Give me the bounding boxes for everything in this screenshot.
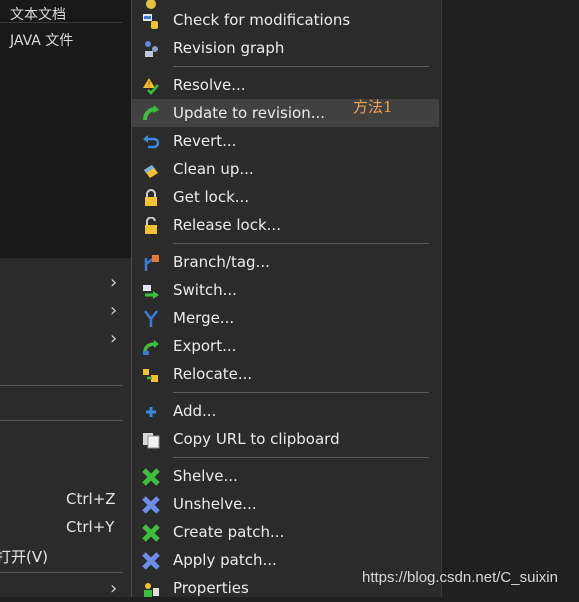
menu-item-label: Resolve... <box>173 76 246 94</box>
undo-shortcut: Ctrl+Z <box>66 490 116 508</box>
cleanup-icon <box>144 165 158 178</box>
menu-item-label: Shelve... <box>173 467 238 485</box>
revision-graph-icon <box>145 41 158 57</box>
apply-patch-icon <box>142 552 160 570</box>
menu-item-resolve[interactable]: ! Resolve... <box>132 71 439 99</box>
menu-item-get-lock[interactable]: Get lock... <box>132 183 439 211</box>
menu-edge <box>441 0 442 597</box>
add-icon <box>146 407 156 417</box>
menu-item-label: Copy URL to clipboard <box>173 430 340 448</box>
menu-item-label: Export... <box>173 337 237 355</box>
menu-item-label: Apply patch... <box>173 551 277 569</box>
svg-text:!: ! <box>148 80 151 89</box>
chevron-right-icon[interactable]: › <box>110 274 122 292</box>
menu-item-label: Merge... <box>173 309 235 327</box>
menu-item-switch[interactable]: Switch... <box>132 276 439 304</box>
menu-item-create-patch[interactable]: Create patch... <box>132 518 439 546</box>
redo-shortcut: Ctrl+Y <box>66 518 115 536</box>
menu-item-label: Branch/tag... <box>173 253 270 271</box>
menu-item-check-modifications[interactable]: Check for modifications <box>132 6 439 34</box>
menu-item-label: Update to revision... <box>173 104 325 122</box>
menu-item-label: Release lock... <box>173 216 281 234</box>
chevron-right-icon[interactable]: › <box>110 580 122 598</box>
copy-icon <box>143 433 160 449</box>
merge-icon <box>144 310 158 327</box>
watermark: https://blog.csdn.net/C_suixin <box>362 569 558 586</box>
chevron-right-icon[interactable]: › <box>110 330 122 348</box>
menu-item-branch-tag[interactable]: Branch/tag... <box>132 248 439 276</box>
branch-icon <box>144 255 159 271</box>
properties-icon <box>144 583 159 597</box>
menu-item-label: Clean up... <box>173 160 254 178</box>
update-icon <box>143 105 159 121</box>
divider <box>0 572 122 573</box>
revert-icon <box>143 135 160 149</box>
annotation-label: 方法1 <box>353 98 393 116</box>
menu-item-release-lock[interactable]: Release lock... <box>132 211 439 239</box>
open-item[interactable]: 打开(V) <box>0 546 48 567</box>
menu-item-update-to-revision[interactable]: Update to revision... <box>132 99 439 127</box>
menu-item-export[interactable]: Export... <box>132 332 439 360</box>
menu-separator <box>173 457 429 458</box>
menu-item-label: Switch... <box>173 281 237 299</box>
menu-separator <box>173 392 429 393</box>
menu-item-relocate[interactable]: Relocate... <box>132 360 439 388</box>
new-text-document-item[interactable]: 文本文档 <box>10 4 66 24</box>
menu-item-add[interactable]: Add... <box>132 397 439 425</box>
switch-icon <box>143 285 159 299</box>
menu-item-label: Get lock... <box>173 188 250 206</box>
menu-item-label: Revert... <box>173 132 237 150</box>
menu-item-clean-up[interactable]: Clean up... <box>132 155 439 183</box>
menu-item-copy-url[interactable]: Copy URL to clipboard <box>132 425 439 453</box>
menu-item-label: Revision graph <box>173 39 285 57</box>
export-icon <box>143 340 159 355</box>
menu-item-revision-graph[interactable]: Revision graph <box>132 34 439 62</box>
menu-separator <box>173 243 429 244</box>
check-modifications-icon <box>143 14 158 29</box>
menu-item-merge[interactable]: Merge... <box>132 304 439 332</box>
menu-item-label: Create patch... <box>173 523 285 541</box>
menu-item-label: Add... <box>173 402 217 420</box>
unshelve-icon <box>142 496 160 514</box>
menu-item-label: Relocate... <box>173 365 253 383</box>
menu-item-label: Properties <box>173 579 249 597</box>
unlock-icon <box>145 217 157 234</box>
divider <box>0 420 122 421</box>
shelve-icon <box>142 468 160 486</box>
chevron-right-icon[interactable]: › <box>110 302 122 320</box>
menu-separator <box>173 66 429 67</box>
patch-icon <box>142 524 160 542</box>
menu-item-shelve[interactable]: Shelve... <box>132 462 439 490</box>
new-java-file-item[interactable]: JAVA 文件 <box>10 30 73 50</box>
menu-item-label: Check for modifications <box>173 11 351 29</box>
divider <box>0 385 122 386</box>
relocate-icon <box>143 369 158 382</box>
lock-icon <box>145 189 157 206</box>
menu-item-unshelve[interactable]: Unshelve... <box>132 490 439 518</box>
menu-item-label: Unshelve... <box>173 495 257 513</box>
menu-item-revert[interactable]: Revert... <box>132 127 439 155</box>
divider <box>0 22 122 23</box>
resolve-icon: ! <box>143 78 159 95</box>
